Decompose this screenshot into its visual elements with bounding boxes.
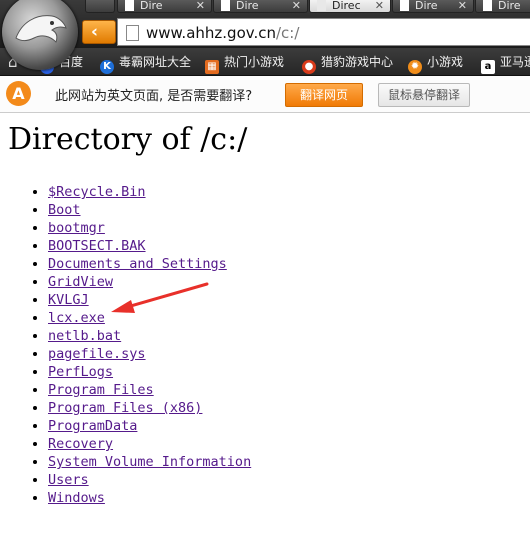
tab-active[interactable]: Direc ✕ xyxy=(309,0,391,13)
entry-link[interactable]: $Recycle.Bin xyxy=(48,184,146,200)
bookmark-mini-games[interactable]: ✹ 小游戏 xyxy=(408,52,463,74)
entry-link[interactable]: KVLGJ xyxy=(48,292,89,308)
game-icon: ▦ xyxy=(205,60,219,74)
list-item: $Recycle.Bin xyxy=(48,183,251,201)
list-item: Program Files xyxy=(48,381,251,399)
translate-message: 此网站为英文页面, 是否需要翻译? xyxy=(55,89,253,104)
entry-link[interactable]: Program Files (x86) xyxy=(48,400,202,416)
entry-link[interactable]: Recovery xyxy=(48,436,113,452)
list-item: ProgramData xyxy=(48,417,251,435)
tab-4[interactable]: Dire ✕ xyxy=(392,0,474,13)
hover-translate-button[interactable]: 鼠标悬停翻译 xyxy=(378,83,470,107)
entry-link[interactable]: netlb.bat xyxy=(48,328,121,344)
list-item: Program Files (x86) xyxy=(48,399,251,417)
list-item: Windows xyxy=(48,489,251,507)
k-icon: K xyxy=(100,60,114,74)
browser-toolbar: Dire ✕ Dire ✕ Direc ✕ Dire ✕ Dire ‹ www.… xyxy=(0,0,530,48)
tab-2[interactable]: Dire ✕ xyxy=(117,0,212,13)
page-icon xyxy=(125,0,134,11)
list-item: Boot xyxy=(48,201,251,219)
entry-link[interactable]: PerfLogs xyxy=(48,364,113,380)
list-item: BOOTSECT.BAK xyxy=(48,237,251,255)
page-icon xyxy=(317,0,326,11)
entry-link[interactable]: Documents and Settings xyxy=(48,256,227,272)
page-title: Directory of /c:/ xyxy=(8,122,248,157)
entry-link[interactable]: Program Files xyxy=(48,382,154,398)
list-item: pagefile.sys xyxy=(48,345,251,363)
chevron-left-icon: ‹ xyxy=(91,22,99,42)
translate-bar: A 此网站为英文页面, 是否需要翻译? 翻译网页 鼠标悬停翻译 xyxy=(0,76,530,113)
entry-link[interactable]: Users xyxy=(48,472,89,488)
translate-logo-icon: A xyxy=(6,81,31,106)
tab-5[interactable]: Dire xyxy=(475,0,530,13)
list-item: Documents and Settings xyxy=(48,255,251,273)
page-icon xyxy=(126,25,139,41)
bookmarks-bar: ⌂ ✿百度 K毒霸网址大全 ▦热门小游戏 ●猎豹游戏中心 ✹小游戏 a亚马逊 xyxy=(0,48,530,76)
entry-link[interactable]: Windows xyxy=(48,490,105,506)
page-icon xyxy=(221,0,230,11)
close-icon[interactable]: ✕ xyxy=(292,0,301,12)
list-item: bootmgr xyxy=(48,219,251,237)
list-item: netlb.bat xyxy=(48,327,251,345)
flame-icon: ✹ xyxy=(408,60,422,74)
entry-link[interactable]: Boot xyxy=(48,202,81,218)
list-item: Users xyxy=(48,471,251,489)
page-icon xyxy=(400,0,409,11)
directory-list: $Recycle.Bin Boot bootmgr BOOTSECT.BAK D… xyxy=(10,183,251,507)
url-text: www.ahhz.gov.cn/c:/ xyxy=(146,24,300,42)
entry-link[interactable]: System Volume Information xyxy=(48,454,251,470)
tab-1[interactable] xyxy=(85,0,115,13)
back-button[interactable]: ‹ xyxy=(82,20,116,44)
bookmark-hot-games[interactable]: ▦ 热门小游戏 xyxy=(205,52,284,74)
close-icon[interactable]: ✕ xyxy=(375,0,384,12)
bookmark-cheetah-games[interactable]: ● 猎豹游戏中心 xyxy=(302,52,393,74)
list-item: Recovery xyxy=(48,435,251,453)
close-icon[interactable]: ✕ xyxy=(458,0,467,12)
list-item: System Volume Information xyxy=(48,453,251,471)
bookmark-amazon[interactable]: a亚马逊 xyxy=(481,52,530,74)
entry-link[interactable]: pagefile.sys xyxy=(48,346,146,362)
entry-link[interactable]: bootmgr xyxy=(48,220,105,236)
entry-link[interactable]: lcx.exe xyxy=(48,310,105,326)
cheetah-icon: ● xyxy=(302,60,316,74)
entry-link[interactable]: GridView xyxy=(48,274,113,290)
bookmark-duba[interactable]: K 毒霸网址大全 xyxy=(100,52,191,74)
page-icon xyxy=(483,0,492,11)
address-bar[interactable]: www.ahhz.gov.cn/c:/ xyxy=(117,18,530,46)
amazon-icon: a xyxy=(481,60,495,74)
annotation-arrow-icon xyxy=(111,282,209,313)
close-icon[interactable]: ✕ xyxy=(196,0,205,12)
entry-link[interactable]: BOOTSECT.BAK xyxy=(48,238,146,254)
entry-link[interactable]: ProgramData xyxy=(48,418,137,434)
tab-3[interactable]: Dire ✕ xyxy=(213,0,308,13)
translate-page-button[interactable]: 翻译网页 xyxy=(285,83,363,107)
list-item: PerfLogs xyxy=(48,363,251,381)
